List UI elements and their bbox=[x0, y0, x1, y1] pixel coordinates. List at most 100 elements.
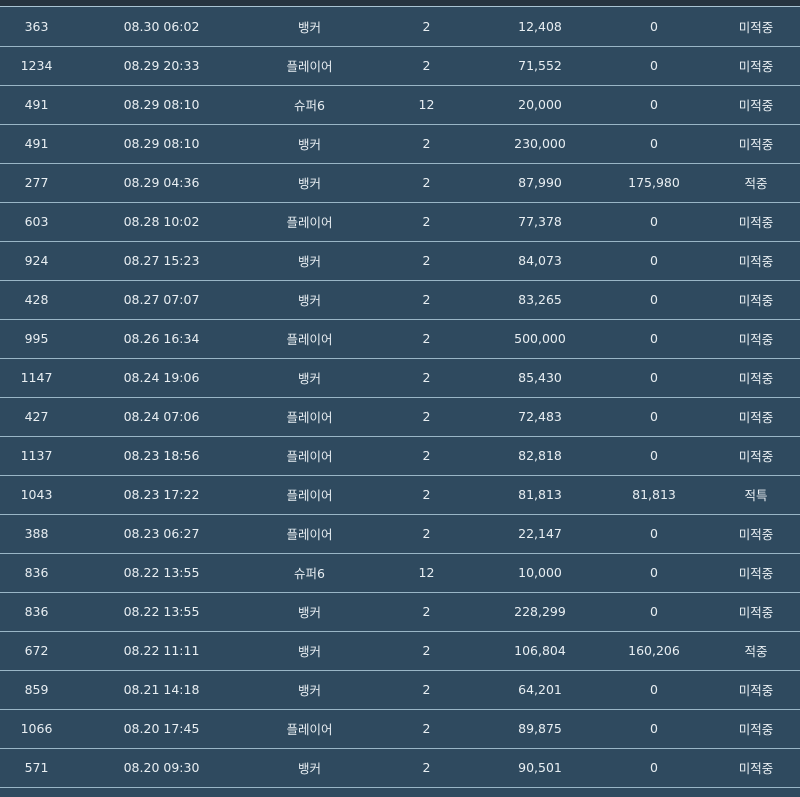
round-id-cell: 836 bbox=[24, 565, 49, 580]
bet-time-cell: 08.30 06:02 bbox=[123, 18, 200, 34]
round-id-cell: 1043 bbox=[20, 487, 53, 502]
odds-cell: 2 bbox=[422, 448, 431, 463]
bet-amount-cell: 20,000 bbox=[518, 97, 562, 112]
table-row: 427 08.24 07:06 플레이어 2 72,483 0 미적중 bbox=[0, 397, 800, 436]
table-row: 836 08.22 13:55 슈퍼6 12 10,000 0 미적중 bbox=[0, 553, 800, 592]
bet-amount-cell: 12,408 bbox=[518, 18, 562, 34]
table-row: 1137 08.23 18:56 플레이어 2 82,818 0 미적중 bbox=[0, 436, 800, 475]
pick-cell: 플레이어 bbox=[286, 59, 333, 74]
round-id-cell: 428 bbox=[24, 292, 49, 307]
pick-cell: 플레이어 bbox=[286, 410, 333, 425]
bet-amount-cell: 85,430 bbox=[518, 370, 562, 385]
bet-amount-cell: 90,501 bbox=[518, 760, 562, 775]
payout-amount-cell: 0 bbox=[650, 136, 658, 151]
round-id-cell: 1066 bbox=[20, 721, 53, 736]
odds-cell: 2 bbox=[422, 214, 431, 229]
result-cell: 미적중 bbox=[738, 371, 774, 386]
bet-time-cell: 08.23 17:22 bbox=[123, 487, 200, 502]
bet-time-cell: 08.22 11:11 bbox=[123, 643, 200, 658]
odds-cell: 2 bbox=[422, 253, 431, 268]
round-id-cell: 836 bbox=[24, 604, 49, 619]
odds-cell: 2 bbox=[422, 370, 431, 385]
result-cell: 미적중 bbox=[738, 683, 774, 698]
payout-amount-cell: 0 bbox=[650, 604, 658, 619]
round-id-cell: 277 bbox=[24, 175, 49, 190]
table-row: 1043 08.23 17:22 플레이어 2 81,813 81,813 적특 bbox=[0, 475, 800, 514]
bet-amount-cell: 84,073 bbox=[518, 253, 562, 268]
bet-amount-cell: 82,818 bbox=[518, 448, 562, 463]
odds-cell: 2 bbox=[422, 175, 431, 190]
result-cell: 미적중 bbox=[738, 722, 774, 737]
odds-cell: 2 bbox=[422, 409, 431, 424]
round-id-cell: 924 bbox=[24, 253, 49, 268]
pick-cell: 플레이어 bbox=[286, 449, 333, 464]
round-id-cell: 427 bbox=[24, 409, 49, 424]
bet-time-cell: 08.29 08:10 bbox=[123, 97, 200, 112]
table-row: 603 08.28 10:02 플레이어 2 77,378 0 미적중 bbox=[0, 202, 800, 241]
round-id-cell: 363 bbox=[24, 18, 49, 34]
round-id-cell: 672 bbox=[24, 643, 49, 658]
odds-cell: 2 bbox=[422, 526, 431, 541]
odds-cell: 2 bbox=[422, 760, 431, 775]
bet-time-cell: 08.27 07:07 bbox=[123, 292, 200, 307]
round-id-cell: 491 bbox=[24, 97, 49, 112]
table-row: 1147 08.24 19:06 뱅커 2 85,430 0 미적중 bbox=[0, 358, 800, 397]
odds-cell: 2 bbox=[422, 292, 431, 307]
bet-time-cell: 08.28 10:02 bbox=[123, 214, 200, 229]
bet-time-cell: 08.20 09:30 bbox=[123, 760, 200, 775]
result-cell: 미적중 bbox=[738, 527, 774, 542]
odds-cell: 2 bbox=[422, 18, 431, 34]
result-cell: 미적중 bbox=[738, 410, 774, 425]
odds-cell: 2 bbox=[422, 721, 431, 736]
round-id-cell: 859 bbox=[24, 682, 49, 697]
round-id-cell: 603 bbox=[24, 214, 49, 229]
pick-cell: 슈퍼6 bbox=[294, 98, 325, 113]
result-cell: 미적중 bbox=[738, 605, 774, 620]
round-id-cell: 1234 bbox=[20, 58, 53, 73]
bet-amount-cell: 81,813 bbox=[518, 487, 562, 502]
bet-amount-cell: 87,990 bbox=[518, 175, 562, 190]
pick-cell: 뱅커 bbox=[297, 137, 321, 152]
table-row: 924 08.27 15:23 뱅커 2 84,073 0 미적중 bbox=[0, 241, 800, 280]
table-row: 672 08.22 11:11 뱅커 2 106,804 160,206 적중 bbox=[0, 631, 800, 670]
pick-cell: 뱅커 bbox=[297, 644, 321, 659]
table-row: 571 08.20 09:30 뱅커 2 90,501 0 미적중 bbox=[0, 748, 800, 787]
payout-amount-cell: 0 bbox=[650, 97, 658, 112]
payout-amount-cell: 0 bbox=[650, 448, 658, 463]
bet-amount-cell: 10,000 bbox=[518, 565, 562, 580]
table-row: 995 08.26 16:34 플레이어 2 500,000 0 미적중 bbox=[0, 319, 800, 358]
payout-amount-cell: 175,980 bbox=[628, 175, 680, 190]
table-row: 277 08.29 04:36 뱅커 2 87,990 175,980 적중 bbox=[0, 163, 800, 202]
result-cell: 미적중 bbox=[738, 293, 774, 308]
pick-cell: 뱅커 bbox=[297, 19, 321, 35]
bet-amount-cell: 83,265 bbox=[518, 292, 562, 307]
result-cell: 적중 bbox=[744, 644, 768, 659]
result-cell: 미적중 bbox=[738, 215, 774, 230]
payout-amount-cell: 0 bbox=[650, 682, 658, 697]
bet-time-cell: 08.26 16:34 bbox=[123, 331, 200, 346]
payout-amount-cell: 160,206 bbox=[628, 643, 680, 658]
odds-cell: 2 bbox=[422, 136, 431, 151]
odds-cell: 2 bbox=[422, 331, 431, 346]
table-row: 836 08.22 13:55 뱅커 2 228,299 0 미적중 bbox=[0, 592, 800, 631]
bet-amount-cell: 22,147 bbox=[518, 526, 562, 541]
top-edge bbox=[0, 0, 800, 7]
bet-amount-cell: 64,201 bbox=[518, 682, 562, 697]
odds-cell: 2 bbox=[422, 604, 431, 619]
bet-time-cell: 08.24 19:06 bbox=[123, 370, 200, 385]
result-cell: 미적중 bbox=[738, 137, 774, 152]
result-cell: 적중 bbox=[744, 176, 768, 191]
table-row: 363 08.30 06:02 뱅커 2 12,408 0 미적중 bbox=[0, 7, 800, 46]
pick-cell: 슈퍼6 bbox=[294, 566, 325, 581]
pick-cell: 플레이어 bbox=[286, 215, 333, 230]
pick-cell: 뱅커 bbox=[297, 683, 321, 698]
pick-cell: 뱅커 bbox=[297, 761, 321, 776]
table-row: 859 08.21 14:18 뱅커 2 64,201 0 미적중 bbox=[0, 670, 800, 709]
pick-cell: 플레이어 bbox=[286, 527, 333, 542]
payout-amount-cell: 0 bbox=[650, 18, 658, 34]
odds-cell: 2 bbox=[422, 487, 431, 502]
odds-cell: 2 bbox=[422, 682, 431, 697]
payout-amount-cell: 0 bbox=[650, 214, 658, 229]
pick-cell: 뱅커 bbox=[297, 176, 321, 191]
payout-amount-cell: 0 bbox=[650, 760, 658, 775]
